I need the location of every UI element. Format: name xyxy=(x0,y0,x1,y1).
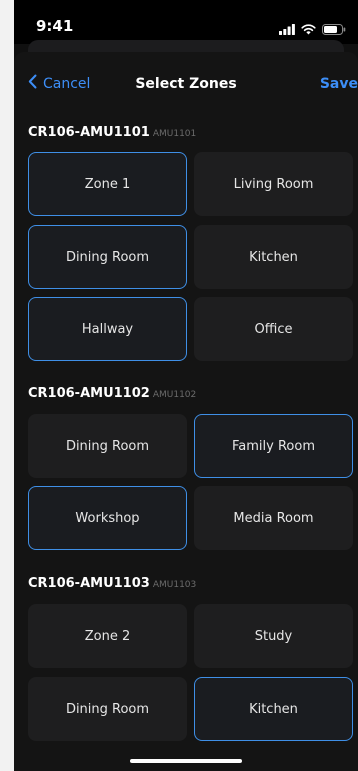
zone-label: Kitchen xyxy=(249,701,298,717)
zone-tile[interactable]: Zone 2 xyxy=(28,604,187,668)
zone-tile[interactable]: Living Room xyxy=(194,152,353,216)
home-indicator xyxy=(130,759,242,763)
group-name: CR106-AMU1102 xyxy=(28,386,150,401)
select-zones-sheet: Cancel Select Zones Save CR106-AMU1101 AM… xyxy=(14,52,358,771)
zone-tile[interactable]: Dining Room xyxy=(28,225,187,289)
zone-tile[interactable]: Kitchen xyxy=(194,677,353,741)
zone-label: Family Room xyxy=(232,438,315,454)
zone-tile[interactable]: Hallway xyxy=(28,297,187,361)
group-header: CR106-AMU1103 AMU1103 xyxy=(28,576,196,591)
zone-label: Office xyxy=(254,321,293,337)
group-header: CR106-AMU1101 AMU1101 xyxy=(28,125,196,140)
battery-icon xyxy=(322,20,346,39)
group-code: AMU1101 xyxy=(152,129,197,139)
zone-tile[interactable]: Office xyxy=(194,297,353,361)
zone-label: Dining Room xyxy=(65,701,150,717)
group-code: AMU1103 xyxy=(152,580,197,590)
status-icons xyxy=(279,20,346,39)
zone-label: Dining Room xyxy=(65,249,150,265)
wifi-icon xyxy=(301,20,316,39)
cellular-signal-icon xyxy=(279,20,295,39)
group-name: CR106-AMU1103 xyxy=(28,576,150,591)
zone-label: Living Room xyxy=(233,176,314,192)
zone-label: Study xyxy=(254,628,293,644)
zone-tile[interactable]: Study xyxy=(194,604,353,668)
zone-tile[interactable]: Dining Room xyxy=(28,677,187,741)
zone-tile[interactable]: Family Room xyxy=(194,414,353,478)
zone-label: Media Room xyxy=(233,510,314,526)
group-name: CR106-AMU1101 xyxy=(28,125,150,140)
zone-tile[interactable]: Dining Room xyxy=(28,414,187,478)
nav-bar: Cancel Select Zones Save xyxy=(14,72,358,100)
zone-tile[interactable]: Workshop xyxy=(28,486,187,550)
status-bar: 9:41 xyxy=(14,0,358,44)
phone-screen: 9:41 Cancel Select Zones Save CR106-AMU1… xyxy=(14,0,358,771)
group-header: CR106-AMU1102 AMU1102 xyxy=(28,386,196,401)
zone-label: Zone 2 xyxy=(84,628,131,644)
save-button[interactable]: Save xyxy=(320,76,358,92)
zone-tile[interactable]: Media Room xyxy=(194,486,353,550)
zone-tile[interactable]: Kitchen xyxy=(194,225,353,289)
zone-label: Kitchen xyxy=(249,249,298,265)
page-title: Select Zones xyxy=(135,76,237,92)
zone-label: Workshop xyxy=(75,510,140,526)
zone-tile[interactable]: Zone 1 xyxy=(28,152,187,216)
group-code: AMU1102 xyxy=(152,390,197,400)
zone-label: Hallway xyxy=(81,321,134,337)
status-time: 9:41 xyxy=(36,17,74,35)
zone-label: Dining Room xyxy=(65,438,150,454)
zone-label: Zone 1 xyxy=(84,176,131,192)
